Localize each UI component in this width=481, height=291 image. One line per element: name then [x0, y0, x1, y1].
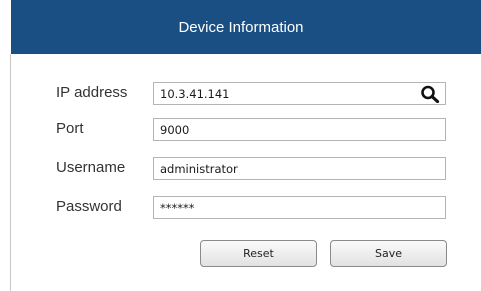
- port-input[interactable]: [153, 118, 446, 141]
- username-input[interactable]: [153, 157, 446, 180]
- password-row: Password: [0, 196, 481, 220]
- password-label: Password: [56, 198, 122, 215]
- password-input[interactable]: [153, 196, 446, 219]
- username-label: Username: [56, 159, 126, 176]
- device-information-dialog: Device Information IP address Port Usern…: [0, 0, 481, 291]
- ip-address-input[interactable]: [153, 82, 446, 105]
- reset-button[interactable]: Reset: [200, 240, 317, 267]
- username-row: Username: [0, 157, 481, 181]
- save-button[interactable]: Save: [330, 240, 447, 267]
- port-row: Port: [0, 118, 481, 142]
- port-label: Port: [56, 120, 84, 137]
- ip-address-label: IP address: [56, 84, 128, 101]
- dialog-title: Device Information: [178, 18, 304, 36]
- dialog-header: Device Information: [11, 0, 481, 54]
- search-icon[interactable]: [420, 85, 440, 103]
- ip-address-row: IP address: [0, 82, 481, 106]
